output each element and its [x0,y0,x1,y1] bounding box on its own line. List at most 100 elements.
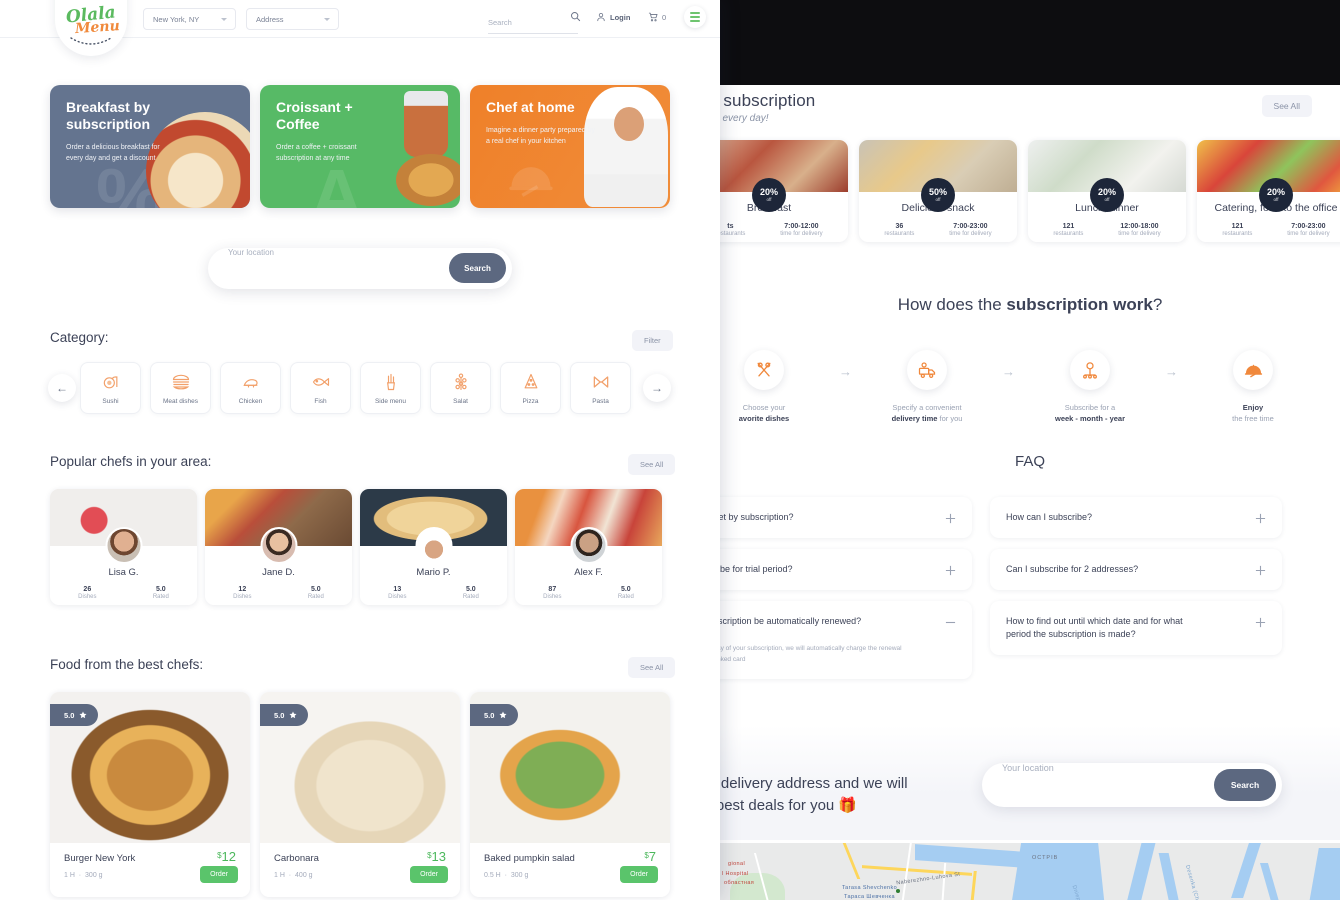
pasta-bow-icon [593,375,608,388]
promo-image [404,91,448,157]
chef-avatar [570,527,607,564]
cart-button[interactable]: 0 [648,12,666,22]
star-icon [499,711,507,719]
category-item-pizza[interactable]: Pizza [500,362,561,414]
category-item-salat[interactable]: Salat [430,362,491,414]
food-card[interactable]: 5.0 Carbonara $13 1 H · 400 g Order [260,692,460,897]
cta-location-search[interactable]: Your location Search [982,763,1282,807]
star-icon [79,711,87,719]
city-select[interactable]: New York, NY [143,8,236,30]
category-next-button[interactable]: → [643,374,671,402]
chef-name: Lisa G. [108,567,139,578]
promo-card[interactable]: Chef at home Imagine a dinner party prep… [470,85,670,208]
order-button[interactable]: Order [620,866,658,883]
category-item-sushi[interactable]: Sushi [80,362,141,414]
faq-question: ubscribe for trial period? [720,564,793,575]
plus-icon[interactable] [1255,513,1266,524]
category-prev-button[interactable]: ← [48,374,76,402]
map-label: Тараса Шевченка [844,894,895,900]
food-weight: 300 g [85,872,103,879]
plus-icon[interactable] [945,513,956,524]
promo-card[interactable]: % Breakfast by subscription Order a deli… [50,85,250,208]
chevron-down-icon [324,17,330,21]
map-preview[interactable]: gional l Hospital областная v Croissants… [720,843,1340,900]
category-item-side-menu[interactable]: Side menu [360,362,421,414]
promo-card[interactable]: A Croissant + Coffee Order a coffee + cr… [260,85,460,208]
category-item-pasta[interactable]: Pasta [570,362,631,414]
subscription-card[interactable]: 20% off Breakfast ts restaurants 7:00-12… [720,140,848,242]
food-card[interactable]: 5.0 Burger New York $12 1 H · 300 g Orde… [50,692,250,897]
subscription-card[interactable]: 20% off Lunch, dinner 121 restaurants 12… [1028,140,1186,242]
subscription-card[interactable]: 50% off Delicious snack 36 restaurants 7… [859,140,1017,242]
discount-off-label: off [935,196,941,202]
step-line1: Enjoy [1242,403,1264,412]
faq-item[interactable]: How to find out until which date and for… [990,601,1282,656]
map-water-body [1125,843,1157,900]
faq-item[interactable]: do I get by subscription? [720,497,972,539]
arrow-right-icon: → [1002,364,1015,379]
delivery-truck-icon [907,350,947,390]
chef-avatar [415,527,452,564]
location-search-button[interactable]: Search [449,253,506,283]
promo-banner-list: % Breakfast by subscription Order a deli… [50,85,670,208]
hamburger-menu-icon[interactable] [684,6,706,28]
step-item: Specify a convenient delivery time for y… [868,350,986,425]
food-meta: 1 H · 300 g [64,872,103,879]
food-time: 0.5 H [484,872,501,879]
background-window: y subscription for every day! See All 20… [720,0,1340,900]
subscription-card[interactable]: 20% off Catering, food to the office 121… [1197,140,1340,242]
order-button[interactable]: Order [410,866,448,883]
subscription-see-all-button[interactable]: See All [1261,95,1312,117]
cloche-icon [1233,350,1273,390]
chevron-down-icon [221,17,227,21]
food-meta: 0.5 H · 300 g [484,872,529,879]
discount-value: 50% [928,186,947,197]
chef-name: Mario P. [416,567,451,578]
food-card[interactable]: 5.0 Baked pumpkin salad $7 0.5 H · 300 g… [470,692,670,897]
login-button[interactable]: Login [596,12,630,22]
login-label: Login [610,12,631,22]
faq-answer: e last day of your subscription, we will… [720,645,902,663]
category-item-chicken[interactable]: Chicken [220,362,281,414]
category-label: Meat dishes [162,397,199,405]
cta-search-button[interactable]: Search [1214,769,1276,801]
restaurant-count: 36 restaurants [884,223,915,238]
header-search[interactable] [488,12,578,34]
chef-card[interactable]: Mario P. 13 Dishes 5.0 Rated [360,489,507,605]
filter-button[interactable]: Filter [632,330,673,351]
search-icon[interactable] [570,11,581,22]
step-line2: avorite dishes [738,414,790,424]
chef-card[interactable]: Alex F. 87 Dishes 5.0 Rated [515,489,662,605]
minus-icon[interactable] [945,617,956,628]
promo-title: Breakfast by subscription [66,99,151,132]
chefs-see-all-button[interactable]: See All [628,454,676,475]
map-water-body [915,844,1025,868]
chicken-icon [243,378,258,388]
delivery-time: 7:00-12:00 time for delivery [780,223,823,238]
address-select[interactable]: Address [246,8,339,30]
restaurant-count: 121 restaurants [1053,223,1084,238]
food-rating-value: 5.0 [64,710,75,720]
site-logo[interactable]: Olala Menu [55,0,127,56]
faq-item[interactable]: ubscribe for trial period? [720,549,972,591]
faq-item[interactable]: Can I subscribe for 2 addresses? [990,549,1282,591]
food-name: Burger New York [64,853,136,864]
chef-card[interactable]: Lisa G. 26 Dishes 5.0 Rated [50,489,197,605]
location-search-bar[interactable]: Your location Search [208,248,512,289]
category-item-meat-dishes[interactable]: Meat dishes [150,362,211,414]
order-button[interactable]: Order [200,866,238,883]
food-see-all-button[interactable]: See All [628,657,676,678]
chef-dishes: 12 Dishes [233,586,252,601]
category-item-fish[interactable]: Fish [290,362,351,414]
plus-icon[interactable] [1255,617,1266,628]
address-select-value: Address [256,14,284,24]
plus-icon[interactable] [945,565,956,576]
plus-icon[interactable] [1255,565,1266,576]
search-input[interactable] [488,18,578,27]
chef-card-list: Lisa G. 26 Dishes 5.0 Rated Jane D. 12 D… [50,489,662,605]
faq-item-expanded[interactable]: e subscription be automatically renewed?… [720,601,972,679]
chef-card[interactable]: Jane D. 12 Dishes 5.0 Rated [205,489,352,605]
chef-stats: 13 Dishes 5.0 Rated [360,585,507,602]
faq-item[interactable]: How can I subscribe? [990,497,1282,539]
category-label: Side menu [374,397,407,405]
